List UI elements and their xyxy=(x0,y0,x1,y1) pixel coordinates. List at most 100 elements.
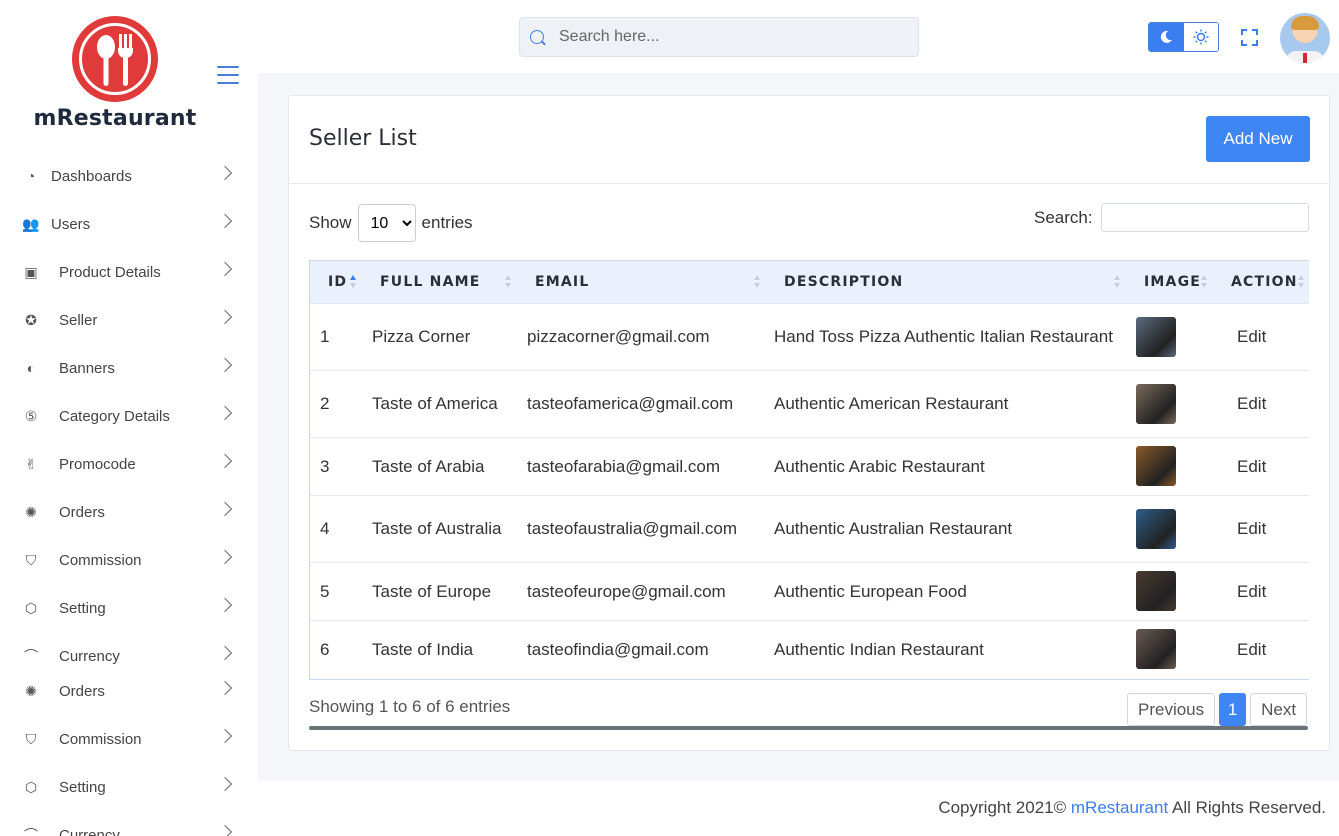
table-header-row: ID FULL NAME EMAIL DESCRIPTION IMAGE ACT… xyxy=(310,261,1309,303)
column-header-action[interactable]: ACTION xyxy=(1213,261,1309,303)
cell-image xyxy=(1126,619,1213,678)
chevron-right-icon xyxy=(217,597,233,613)
sidebar: mRestaurant ◔ Dashboards 👥 Users ▣ Product De… xyxy=(0,0,258,836)
edit-link[interactable]: Edit xyxy=(1237,519,1266,538)
edit-link[interactable]: Edit xyxy=(1237,327,1266,346)
fullscreen-icon[interactable] xyxy=(1241,29,1258,46)
users-icon: 👥 xyxy=(22,215,40,232)
cell-id: 1 xyxy=(310,302,362,370)
cell-email: tasteofeurope@gmail.com xyxy=(517,561,766,620)
user-avatar[interactable] xyxy=(1280,13,1330,63)
chevron-right-icon xyxy=(217,680,233,696)
table-search-input[interactable] xyxy=(1100,203,1309,232)
cell-action: Edit xyxy=(1213,494,1309,562)
seller-list-card: Seller List Add New Show 10 entries Sear… xyxy=(288,95,1330,751)
table-row: 4 Taste of Australia tasteofaustralia@gmai… xyxy=(310,494,1309,562)
banner-icon: ◐ xyxy=(26,360,36,376)
edit-link[interactable]: Edit xyxy=(1237,582,1266,601)
seller-thumbnail-image xyxy=(1136,508,1176,549)
sidebar-item-label: Seller xyxy=(59,311,98,329)
cell-description: Authentic American Restaurant xyxy=(766,369,1126,437)
sidebar-item-currency[interactable]: ⌒ Currency xyxy=(0,811,258,836)
edit-link[interactable]: Edit xyxy=(1237,394,1266,413)
cell-email: pizzacorner@gmail.com xyxy=(517,302,766,370)
product-icon: ▣ xyxy=(24,263,38,280)
global-search-input[interactable] xyxy=(559,28,899,46)
cell-id: 6 xyxy=(310,619,362,678)
cell-description: Authentic Indian Restaurant xyxy=(766,619,1126,678)
cell-action: Edit xyxy=(1213,302,1309,370)
column-header-image[interactable]: IMAGE xyxy=(1126,261,1213,303)
column-header-full-name[interactable]: FULL NAME xyxy=(362,261,517,303)
page-size-control: Show 10 entries xyxy=(309,204,473,242)
sidebar-item-setting[interactable]: ⬡ Setting xyxy=(0,584,258,632)
footer: Copyright 2021© mRestaurant All Rights R… xyxy=(938,798,1326,818)
theme-toggle[interactable] xyxy=(1148,22,1219,52)
horizontal-scrollbar[interactable] xyxy=(309,726,1308,730)
edit-link[interactable]: Edit xyxy=(1237,640,1266,659)
dark-mode-moon-icon[interactable] xyxy=(1149,23,1184,51)
sort-icon xyxy=(1114,275,1120,289)
page-size-select[interactable]: 10 xyxy=(357,204,416,242)
cell-description: Authentic Australian Restaurant xyxy=(766,494,1126,562)
global-search[interactable] xyxy=(519,17,919,57)
chevron-right-icon xyxy=(217,405,233,421)
cell-full-name: Taste of India xyxy=(362,619,517,678)
sidebar-item-setting[interactable]: ⬡ Setting xyxy=(0,763,258,811)
sidebar-item-orders[interactable]: ✺ Orders xyxy=(0,488,258,536)
chevron-right-icon xyxy=(217,357,233,373)
column-header-email[interactable]: EMAIL xyxy=(517,261,766,303)
chevron-right-icon xyxy=(217,501,233,517)
sort-icon xyxy=(1298,275,1304,289)
currency-icon: ⌒ xyxy=(24,648,38,664)
chevron-right-icon xyxy=(217,261,233,277)
cell-image xyxy=(1126,561,1213,620)
edit-link[interactable]: Edit xyxy=(1237,457,1266,476)
cell-action: Edit xyxy=(1213,619,1309,678)
sidebar-item-label: Orders xyxy=(59,682,105,700)
sidebar-item-promocode[interactable]: ✌ Promocode xyxy=(0,440,258,488)
pagination-info: Showing 1 to 6 of 6 entries xyxy=(309,697,511,716)
next-page-button[interactable]: Next xyxy=(1250,693,1308,726)
page-1-button[interactable]: 1 xyxy=(1219,693,1247,726)
footer-brand-link[interactable]: mRestaurant xyxy=(1071,798,1168,817)
add-new-button[interactable]: Add New xyxy=(1206,116,1310,162)
seller-table-wrapper: ID FULL NAME EMAIL DESCRIPTION IMAGE ACT… xyxy=(309,260,1309,680)
previous-page-button[interactable]: Previous xyxy=(1127,693,1216,726)
sidebar-item-seller[interactable]: ✪ Seller xyxy=(0,296,258,344)
cell-email: tasteofarabia@gmail.com xyxy=(517,436,766,495)
table-search: Search: xyxy=(1034,203,1309,232)
cell-image xyxy=(1126,302,1213,370)
sort-asc-icon xyxy=(350,275,356,289)
sidebar-item-dashboards[interactable]: ◔ Dashboards xyxy=(0,152,258,200)
cell-image xyxy=(1126,436,1213,495)
sidebar-item-category-details[interactable]: ⑤ Category Details xyxy=(0,392,258,440)
menu-toggle-icon[interactable] xyxy=(217,66,239,84)
table-row: 5 Taste of Europe tasteofeurope@gmail.com A… xyxy=(310,561,1309,620)
sidebar-item-product-details[interactable]: ▣ Product Details xyxy=(0,248,258,296)
column-header-id[interactable]: ID xyxy=(310,261,362,303)
logo[interactable]: mRestaurant xyxy=(0,10,230,131)
sidebar-item-banners[interactable]: ◐ Banners xyxy=(0,344,258,392)
cell-description: Authentic Arabic Restaurant xyxy=(766,436,1126,495)
orders-icon: ✺ xyxy=(25,682,37,699)
chevron-right-icon xyxy=(217,645,233,661)
chevron-right-icon xyxy=(217,309,233,325)
entries-label: entries xyxy=(421,213,473,232)
sidebar-item-commission[interactable]: ⛉ Commission xyxy=(0,715,258,763)
setting-icon: ⬡ xyxy=(24,778,38,795)
sidebar-item-orders[interactable]: ✺ Orders xyxy=(0,667,258,715)
cell-id: 2 xyxy=(310,369,362,437)
cell-full-name: Taste of Australia xyxy=(362,494,517,562)
sidebar-item-label: Category Details xyxy=(59,407,170,425)
cell-full-name: Taste of America xyxy=(362,369,517,437)
seller-table: ID FULL NAME EMAIL DESCRIPTION IMAGE ACT… xyxy=(310,261,1309,678)
sidebar-item-commission[interactable]: ⛉ Commission xyxy=(0,536,258,584)
column-header-description[interactable]: DESCRIPTION xyxy=(766,261,1126,303)
sidebar-item-label: Orders xyxy=(59,503,105,521)
cell-image xyxy=(1126,494,1213,562)
sidebar-item-users[interactable]: 👥 Users xyxy=(0,200,258,248)
commission-icon: ⛉ xyxy=(25,551,37,568)
promocode-icon: ✌ xyxy=(25,455,37,472)
light-mode-sun-icon[interactable] xyxy=(1183,23,1218,51)
